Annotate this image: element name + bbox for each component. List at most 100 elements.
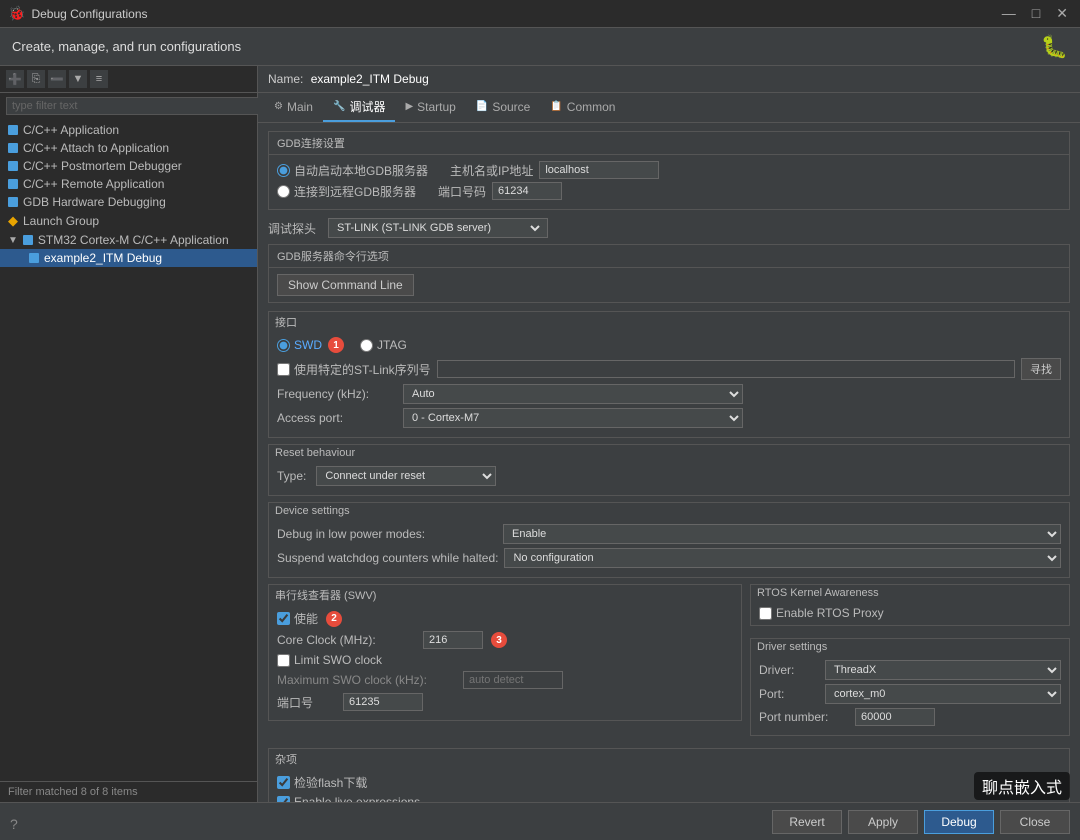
title-bar-text: Debug Configurations	[31, 7, 147, 21]
serial-checkbox-input[interactable]	[277, 363, 290, 376]
hostname-input[interactable]	[539, 161, 659, 179]
live-expr-checkbox[interactable]: Enable live expressions	[277, 795, 420, 802]
serial-checkbox[interactable]: 使用特定的ST-Link序列号	[277, 361, 431, 378]
frequency-select[interactable]: Auto	[403, 384, 743, 404]
close-bottom-button[interactable]: Close	[1000, 810, 1070, 834]
auto-start-row: 自动启动本地GDB服务器 主机名或IP地址	[277, 161, 1061, 179]
tab-main-label: Main	[287, 100, 313, 114]
rtos-header: RTOS Kernel Awareness	[751, 585, 1069, 601]
reset-section: Reset behaviour Type: Connect under rese…	[268, 444, 1070, 496]
serial-label: 使用特定的ST-Link序列号	[294, 361, 431, 378]
frequency-label: Frequency (kHz):	[277, 387, 397, 401]
port-number-row: Port number:	[759, 708, 1061, 726]
swv-label: 串行线查看器 (SWV)	[275, 590, 376, 602]
interface-body: SWD 1 JTAG 使用特定的ST-Link序列号	[269, 332, 1069, 437]
rtos-label: RTOS Kernel Awareness	[757, 587, 879, 599]
tab-debug[interactable]: 🔧 调试器	[323, 93, 395, 122]
verify-flash-checkbox[interactable]: 检验flash下载	[277, 774, 367, 791]
radio-remote-input[interactable]	[277, 185, 290, 198]
jtag-radio[interactable]: JTAG	[360, 338, 407, 352]
radio-auto-input[interactable]	[277, 164, 290, 177]
core-clock-input[interactable]	[423, 631, 483, 649]
swv-col: 串行线查看器 (SWV) 使能 2 Core Clo	[268, 584, 742, 742]
swd-label: SWD	[294, 338, 322, 352]
swv-port-label: 端口号	[277, 694, 337, 711]
swd-radio-input[interactable]	[277, 339, 290, 352]
tab-startup[interactable]: ▶ Startup	[395, 95, 465, 121]
filter-input[interactable]	[6, 97, 263, 115]
debug-probe-dropdown[interactable]: ST-LINK (ST-LINK GDB server)	[328, 218, 548, 238]
sidebar-item-label: STM32 Cortex-M C/C++ Application	[38, 233, 229, 247]
duplicate-button[interactable]: ⎘	[27, 70, 45, 88]
serial-browse-button[interactable]: 寻找	[1021, 358, 1061, 380]
low-power-label: Debug in low power modes:	[277, 527, 497, 541]
sidebar-item-gdb-hardware[interactable]: GDB Hardware Debugging	[0, 193, 257, 211]
gdb-connection-label: GDB连接设置	[277, 138, 345, 150]
rtos-proxy-input[interactable]	[759, 607, 772, 620]
tab-common[interactable]: 📋 Common	[540, 95, 625, 121]
port-number-input[interactable]	[855, 708, 935, 726]
access-port-select[interactable]: 0 - Cortex-M7	[403, 408, 743, 428]
close-button[interactable]: ✕	[1052, 5, 1072, 22]
new-config-button[interactable]: ➕	[6, 70, 24, 88]
limit-swo-checkbox[interactable]: Limit SWO clock	[277, 653, 382, 667]
swv-enable-input[interactable]	[277, 612, 290, 625]
radio-auto-start[interactable]: 自动启动本地GDB服务器	[277, 162, 428, 179]
debug-probe-select[interactable]: ST-LINK (ST-LINK GDB server)	[333, 221, 543, 235]
swd-radio[interactable]: SWD 1	[277, 337, 344, 353]
verify-flash-row: 检验flash下载	[277, 774, 1061, 791]
port-input[interactable]	[492, 182, 562, 200]
rtos-proxy-checkbox[interactable]: Enable RTOS Proxy	[759, 606, 1061, 620]
watchdog-label: Suspend watchdog counters while halted:	[277, 551, 498, 565]
main-tab-icon: ⚙	[274, 101, 283, 112]
verify-flash-input[interactable]	[277, 776, 290, 789]
driver-row: Driver: ThreadX	[759, 660, 1061, 680]
show-command-line-button[interactable]: Show Command Line	[277, 274, 414, 296]
serial-value-input[interactable]	[437, 360, 1015, 378]
maximize-button[interactable]: □	[1028, 5, 1044, 22]
sidebar-item-example2[interactable]: example2_ITM Debug	[0, 249, 257, 267]
sidebar-item-cpp-postmortem[interactable]: C/C++ Postmortem Debugger	[0, 157, 257, 175]
startup-tab-icon: ▶	[405, 101, 413, 112]
limit-swo-input[interactable]	[277, 654, 290, 667]
tab-source[interactable]: 📄 Source	[466, 95, 540, 121]
radio-remote[interactable]: 连接到远程GDB服务器	[277, 183, 416, 200]
delete-button[interactable]: ➖	[48, 70, 66, 88]
minimize-button[interactable]: —	[998, 5, 1020, 22]
sidebar-item-label: Launch Group	[23, 214, 99, 228]
max-swo-input[interactable]	[463, 671, 563, 689]
low-power-select[interactable]: Enable	[503, 524, 1061, 544]
bug-icon: 🐛	[1041, 34, 1068, 60]
debug-button[interactable]: Debug	[924, 810, 994, 834]
sidebar-item-cpp-app[interactable]: C/C++ Application	[0, 121, 257, 139]
jtag-radio-input[interactable]	[360, 339, 373, 352]
misc-header: 杂项	[269, 749, 1069, 769]
device-section: Device settings Debug in low power modes…	[268, 502, 1070, 578]
main-content: ➕ ⎘ ➖ ▼ ≡ C/C++ Application C/C++ Attach…	[0, 66, 1080, 802]
sidebar-item-cpp-attach[interactable]: C/C++ Attach to Application	[0, 139, 257, 157]
name-label: Name:	[268, 72, 303, 86]
swv-enable-checkbox[interactable]: 使能	[277, 610, 318, 627]
debug-probe-row: 调试探头 ST-LINK (ST-LINK GDB server)	[268, 218, 1070, 238]
limit-swo-row: Limit SWO clock	[277, 653, 733, 667]
collapse-button[interactable]: ▼	[69, 70, 87, 88]
bottom-bar: ? 聊点嵌入式 Revert Apply Debug Close	[0, 802, 1080, 840]
apply-button[interactable]: Apply	[848, 810, 918, 834]
wechat-watermark: 聊点嵌入式	[974, 772, 1070, 800]
limit-swo-label: Limit SWO clock	[294, 653, 382, 667]
help-icon[interactable]: ?	[10, 816, 18, 832]
badge-1: 1	[328, 337, 344, 353]
watchdog-select[interactable]: No configuration	[504, 548, 1061, 568]
swv-port-input[interactable]	[343, 693, 423, 711]
reset-type-select[interactable]: Connect under reset	[316, 466, 496, 486]
access-port-label: Access port:	[277, 411, 397, 425]
sidebar-item-launch-group[interactable]: ◆ Launch Group	[0, 211, 257, 231]
tab-main[interactable]: ⚙ Main	[264, 95, 323, 121]
revert-button[interactable]: Revert	[772, 810, 842, 834]
sidebar-item-cpp-remote[interactable]: C/C++ Remote Application	[0, 175, 257, 193]
sidebar-item-stm32[interactable]: ▼ STM32 Cortex-M C/C++ Application	[0, 231, 257, 249]
header-bar: Create, manage, and run configurations 🐛	[0, 28, 1080, 66]
driver-select[interactable]: ThreadX	[825, 660, 1061, 680]
driver-port-select[interactable]: cortex_m0	[825, 684, 1061, 704]
filter-button[interactable]: ≡	[90, 70, 108, 88]
